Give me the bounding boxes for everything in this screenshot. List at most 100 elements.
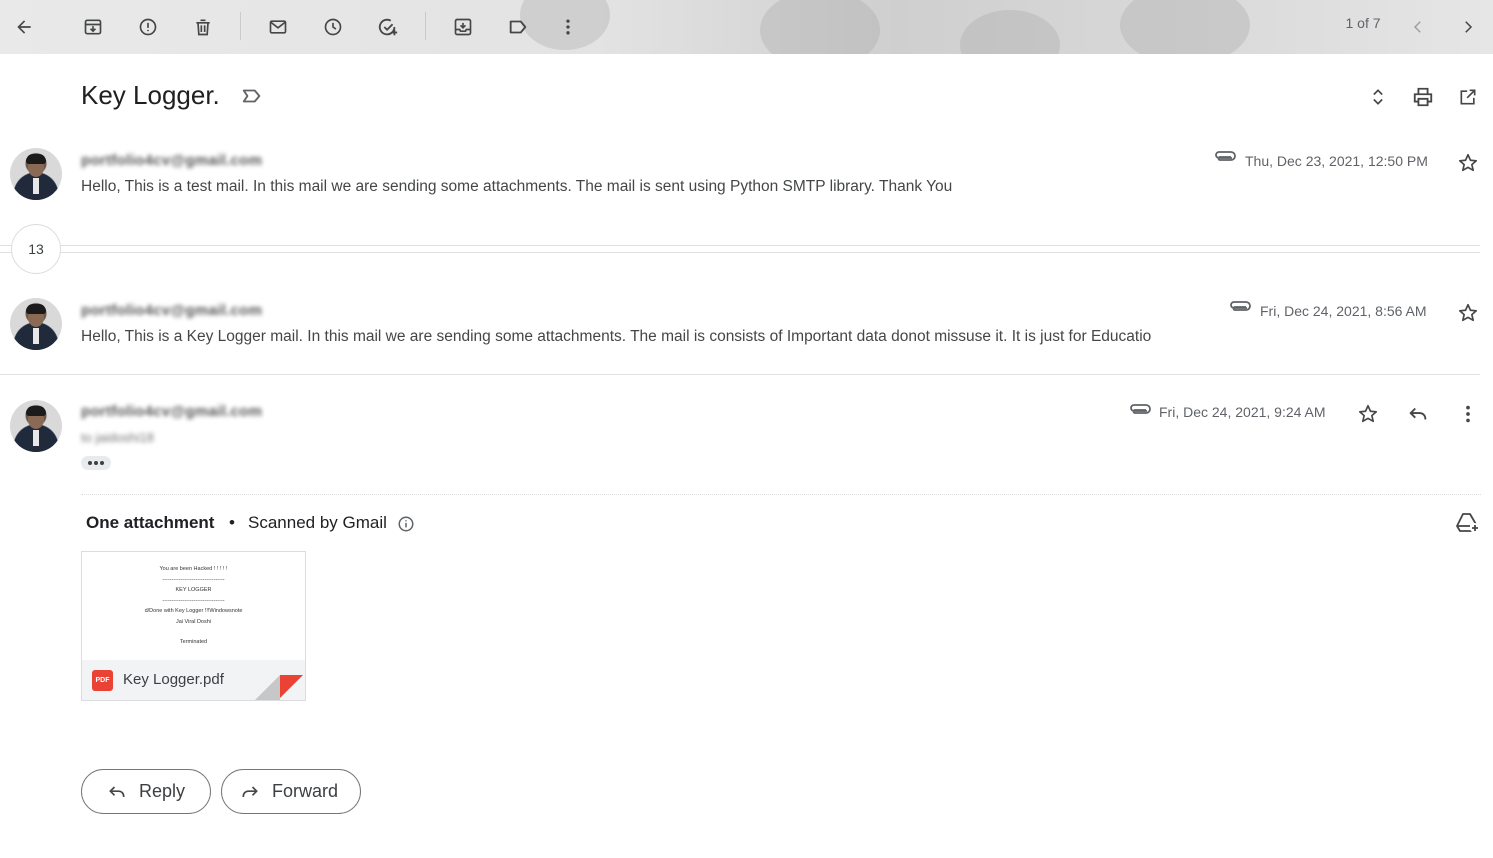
label-icon: [509, 20, 527, 34]
sender-name: portfolio4cv@gmail.com: [81, 302, 263, 319]
background-decoration: [1120, 0, 1250, 54]
mail-icon: [269, 20, 287, 34]
open-new-window-button[interactable]: [1451, 80, 1485, 114]
move-to-button[interactable]: [444, 8, 482, 46]
toolbar-divider: [425, 12, 426, 40]
snooze-button[interactable]: [314, 8, 352, 46]
attachment-icon: [1212, 150, 1236, 166]
collapsed-divider: [0, 252, 1480, 253]
add-to-drive-button[interactable]: [1455, 511, 1481, 535]
sender-name: portfolio4cv@gmail.com: [81, 152, 263, 169]
message-snippet: Hello, This is a Key Logger mail. In thi…: [81, 328, 1152, 345]
arrow-back-icon: [17, 20, 31, 34]
attachment-filename: Key Logger.pdf: [123, 671, 224, 688]
mark-unread-button[interactable]: [259, 8, 297, 46]
archive-icon: [84, 19, 102, 35]
preview-line: Jai Viral Doshi: [175, 618, 212, 625]
unfold-icon: [1373, 89, 1383, 105]
report-spam-button[interactable]: [129, 8, 167, 46]
clock-icon: [324, 18, 342, 36]
delete-button[interactable]: [184, 8, 222, 46]
message-date: Fri, Dec 24, 2021, 9:24 AM: [1159, 404, 1326, 420]
star-icon: [1458, 303, 1478, 322]
attachment-footer: PDF Key Logger.pdf: [82, 660, 305, 700]
message-date: Thu, Dec 23, 2021, 12:50 PM: [1245, 153, 1428, 169]
message-snippet: Hello, This is a test mail. In this mail…: [81, 178, 953, 195]
report-icon: [139, 18, 157, 36]
message-item[interactable]: portfolio4cv@gmail.com Hello, This is a …: [0, 140, 1493, 210]
preview-line: You are been Hacked ! ! ! ! !: [159, 566, 228, 572]
star-button[interactable]: [1457, 152, 1479, 174]
star-button[interactable]: [1457, 302, 1479, 324]
page-fold-icon: [255, 675, 303, 700]
archive-button[interactable]: [74, 8, 112, 46]
background-decoration: [960, 10, 1060, 54]
newer-button[interactable]: [1399, 8, 1437, 46]
preview-line: d/Done with Key Logger !!!Windowsnote: [144, 608, 243, 614]
reply-icon: [1409, 407, 1427, 420]
collapsed-messages-count[interactable]: 13: [11, 224, 61, 274]
avatar: [10, 298, 62, 350]
attachment-count-label: One attachment: [86, 513, 215, 532]
message-date: Fri, Dec 24, 2021, 8:56 AM: [1260, 303, 1427, 319]
thread-subject: Key Logger.: [81, 80, 220, 110]
older-button[interactable]: [1449, 8, 1487, 46]
star-icon: [1458, 153, 1478, 172]
print-button[interactable]: [1406, 80, 1440, 114]
toolbar-divider: [240, 12, 241, 40]
message-expanded: portfolio4cv@gmail.com Fri, Dec 24, 2021…: [0, 390, 1493, 490]
forward-icon: [242, 785, 258, 797]
message-divider: [0, 374, 1480, 375]
print-icon: [1413, 87, 1433, 107]
message-more-button[interactable]: [1457, 403, 1479, 425]
background-decoration: [760, 0, 880, 54]
back-button[interactable]: [5, 8, 43, 46]
more-vert-icon: [566, 19, 570, 35]
chevron-right-icon: [1465, 21, 1473, 33]
important-marker[interactable]: [241, 85, 263, 107]
open-in-new-icon: [1460, 89, 1476, 105]
more-horiz-icon: [88, 461, 104, 465]
scanned-label: Scanned by Gmail: [248, 513, 387, 532]
info-icon[interactable]: [397, 515, 415, 533]
pager-count: 1 of 7: [1345, 15, 1381, 31]
show-trimmed-content-button[interactable]: [81, 456, 111, 470]
add-to-tasks-button[interactable]: [369, 8, 407, 46]
attachment-divider: [81, 494, 1481, 495]
chevron-left-icon: [1413, 21, 1421, 33]
preview-line: ----------------------------------: [162, 576, 225, 583]
avatar: [10, 148, 62, 200]
star-icon: [1358, 404, 1378, 423]
preview-line: Terminated: [179, 639, 208, 645]
toolbar: 1 of 7: [0, 0, 1493, 54]
reply-button[interactable]: Reply: [81, 769, 211, 814]
attachment-icon: [1127, 403, 1151, 419]
reply-icon-button[interactable]: [1407, 403, 1429, 425]
collapsed-divider: [0, 245, 1480, 246]
forward-button[interactable]: Forward: [221, 769, 361, 814]
labels-button[interactable]: [499, 8, 537, 46]
preview-line: KEY LOGGER: [175, 587, 212, 593]
pdf-icon: PDF: [92, 670, 113, 691]
more-vert-icon: [1466, 405, 1470, 423]
message-item[interactable]: portfolio4cv@gmail.com Hello, This is a …: [0, 290, 1493, 370]
more-options-button[interactable]: [549, 8, 587, 46]
attachment-preview: You are been Hacked ! ! ! ! ! ----------…: [82, 552, 305, 660]
star-button[interactable]: [1357, 403, 1379, 425]
recipient-line[interactable]: to jaidoshi18: [81, 430, 154, 445]
add-task-icon: [378, 18, 398, 36]
drive-add-icon: [1456, 513, 1480, 533]
attachment-card[interactable]: You are been Hacked ! ! ! ! ! ----------…: [81, 551, 306, 701]
trash-icon: [196, 19, 210, 36]
move-to-icon: [454, 18, 472, 36]
reply-icon: [109, 785, 125, 797]
forward-label: Forward: [272, 781, 339, 801]
reply-label: Reply: [139, 781, 186, 801]
avatar: [10, 400, 62, 452]
attachment-icon: [1227, 300, 1251, 316]
bullet-separator: •: [229, 513, 235, 532]
expand-all-button[interactable]: [1361, 80, 1395, 114]
sender-name: portfolio4cv@gmail.com: [81, 403, 263, 420]
label-important-icon: [242, 89, 261, 103]
preview-line: ----------------------------------: [162, 597, 225, 604]
